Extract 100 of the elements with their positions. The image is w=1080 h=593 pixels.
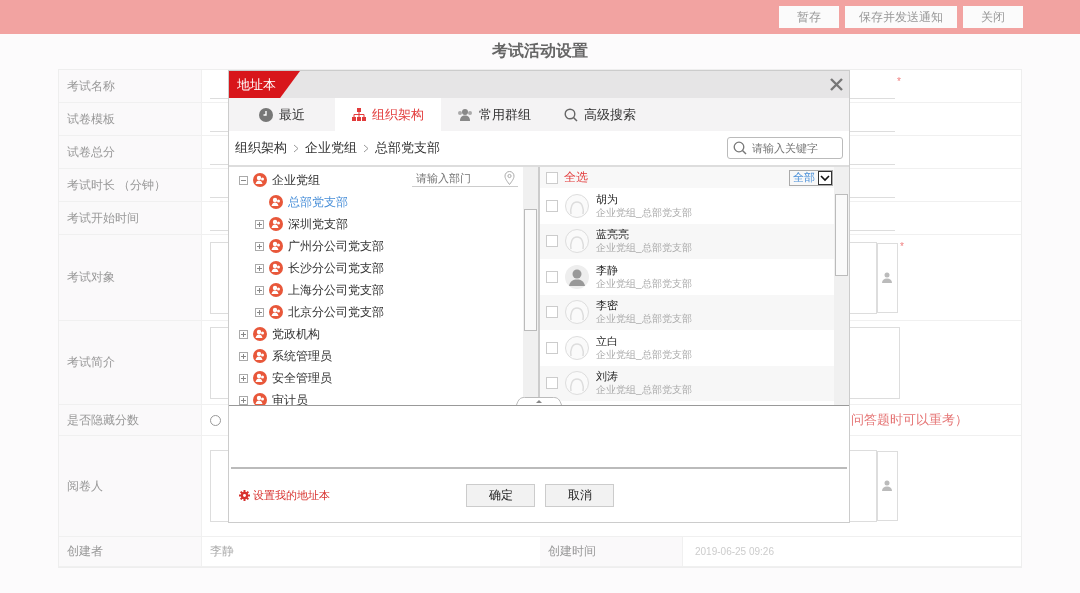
checkbox[interactable] (546, 377, 558, 390)
tree-item[interactable]: 北京分公司党支部 (288, 303, 384, 321)
field-label: 是否隐藏分数 (59, 405, 202, 435)
expand-icon[interactable] (239, 373, 248, 383)
checkbox[interactable] (546, 235, 558, 248)
select-all-label: 全选 (564, 169, 588, 186)
person-name: 李静 (596, 262, 619, 277)
department-field[interactable]: 请输入部门 (412, 169, 518, 187)
field-label: 考试名称 (59, 70, 202, 102)
people-icon (253, 349, 267, 363)
tree-item[interactable]: 深圳党支部 (288, 215, 348, 233)
avatar-icon (565, 335, 589, 360)
tree-item[interactable]: 党政机构 (272, 325, 320, 343)
breadcrumb-link[interactable]: 总部党支部 (375, 139, 440, 157)
avatar-icon (565, 193, 589, 218)
clock-icon (259, 107, 273, 122)
tree-item[interactable]: 安全管理员 (272, 369, 332, 387)
tree-item[interactable]: 总部党支部 (288, 193, 348, 211)
tree-item[interactable]: 系统管理员 (272, 347, 332, 365)
people-icon (269, 239, 283, 253)
dialog-button[interactable]: 取消 (545, 484, 614, 507)
person-name: 刘涛 (596, 369, 619, 384)
field-label: 创建时间 (540, 537, 683, 566)
person-name: 胡为 (596, 191, 619, 206)
expand-icon[interactable] (239, 395, 248, 405)
people-icon (253, 393, 267, 405)
person-department: 企业党组_总部党支部 (596, 312, 692, 327)
expand-icon[interactable] (255, 241, 264, 251)
expand-icon[interactable] (239, 351, 248, 361)
expand-icon[interactable] (255, 307, 264, 317)
expand-icon[interactable] (255, 285, 264, 295)
avatar-icon (565, 300, 589, 325)
search-field[interactable]: 请输入关键字 (727, 137, 843, 159)
person-picker-button[interactable] (877, 242, 898, 313)
field-label: 考试简介 (59, 321, 202, 404)
field-label: 创建者 (59, 537, 202, 566)
required-mark: * (897, 76, 901, 87)
person-department: 企业党组_总部党支部 (596, 276, 692, 291)
collapse-icon[interactable] (239, 175, 248, 185)
person-department: 企业党组_总部党支部 (596, 205, 692, 220)
chevron-down-icon (818, 170, 832, 185)
tree-item[interactable]: 企业党组 (272, 171, 320, 189)
search-icon (564, 107, 578, 122)
expand-icon[interactable] (255, 263, 264, 273)
people-icon (253, 173, 267, 187)
checkbox[interactable] (546, 306, 558, 319)
people-icon (253, 327, 267, 341)
chevron-icon (293, 143, 299, 153)
person-name: 立白 (596, 333, 619, 348)
checkbox[interactable] (546, 171, 558, 184)
avatar-icon (565, 264, 589, 289)
scrollbar[interactable] (523, 167, 538, 397)
field-label: 考试开始时间 (59, 202, 202, 234)
person-name: 李密 (596, 298, 619, 313)
person-icon (881, 271, 894, 284)
avatar-icon (565, 371, 589, 396)
chevron-icon (363, 143, 369, 153)
person-picker-button[interactable] (877, 451, 898, 521)
expand-icon[interactable] (255, 219, 264, 229)
people-icon (269, 305, 283, 319)
people-icon (253, 371, 267, 385)
field-value: 李静 (210, 543, 234, 560)
field-label: 阅卷人 (59, 436, 202, 536)
people-icon (269, 195, 283, 209)
breadcrumb-link[interactable]: 组织架构 (235, 139, 287, 157)
tree-item[interactable]: 广州分公司党支部 (288, 237, 384, 255)
search-icon (733, 141, 747, 155)
scrollbar[interactable] (834, 167, 849, 405)
person-department: 企业党组_总部党支部 (596, 241, 692, 256)
checkbox[interactable] (546, 270, 558, 283)
field-label: 试卷模板 (59, 103, 202, 135)
people-icon (269, 283, 283, 297)
avatar-icon (565, 229, 589, 254)
people-icon (269, 261, 283, 275)
dialog-title: 地址本 (229, 71, 300, 98)
collapse-handle[interactable] (516, 397, 562, 405)
field-label: 考试对象 (59, 235, 202, 320)
group-icon (457, 108, 473, 121)
close-icon[interactable] (830, 78, 843, 91)
required-mark: * (900, 241, 904, 252)
person-name: 蓝亮亮 (596, 227, 630, 242)
tab[interactable]: 组织架构 (335, 98, 441, 131)
location-pin-icon (504, 171, 515, 185)
field-label: 试卷总分 (59, 136, 202, 168)
field-label: 考试时长 （分钟） (59, 169, 202, 201)
page-title: 考试活动设置 (491, 41, 589, 61)
checkbox[interactable] (546, 341, 558, 354)
note-text: 问答题时可以重考） (851, 411, 968, 429)
gear-icon (239, 490, 250, 501)
settings-link[interactable]: 设置我的地址本 (239, 488, 330, 503)
breadcrumb-link[interactable]: 企业党组 (305, 139, 357, 157)
tree-item[interactable]: 长沙分公司党支部 (288, 259, 384, 277)
checkbox[interactable] (546, 199, 558, 212)
expand-icon[interactable] (239, 329, 248, 339)
dialog-button[interactable]: 确定 (466, 484, 535, 507)
person-department: 企业党组_总部党支部 (596, 383, 692, 398)
org-chart-icon (352, 108, 366, 121)
tree-item[interactable]: 上海分公司党支部 (288, 281, 384, 299)
people-icon (269, 217, 283, 231)
tree-item[interactable]: 审计员 (272, 391, 308, 405)
